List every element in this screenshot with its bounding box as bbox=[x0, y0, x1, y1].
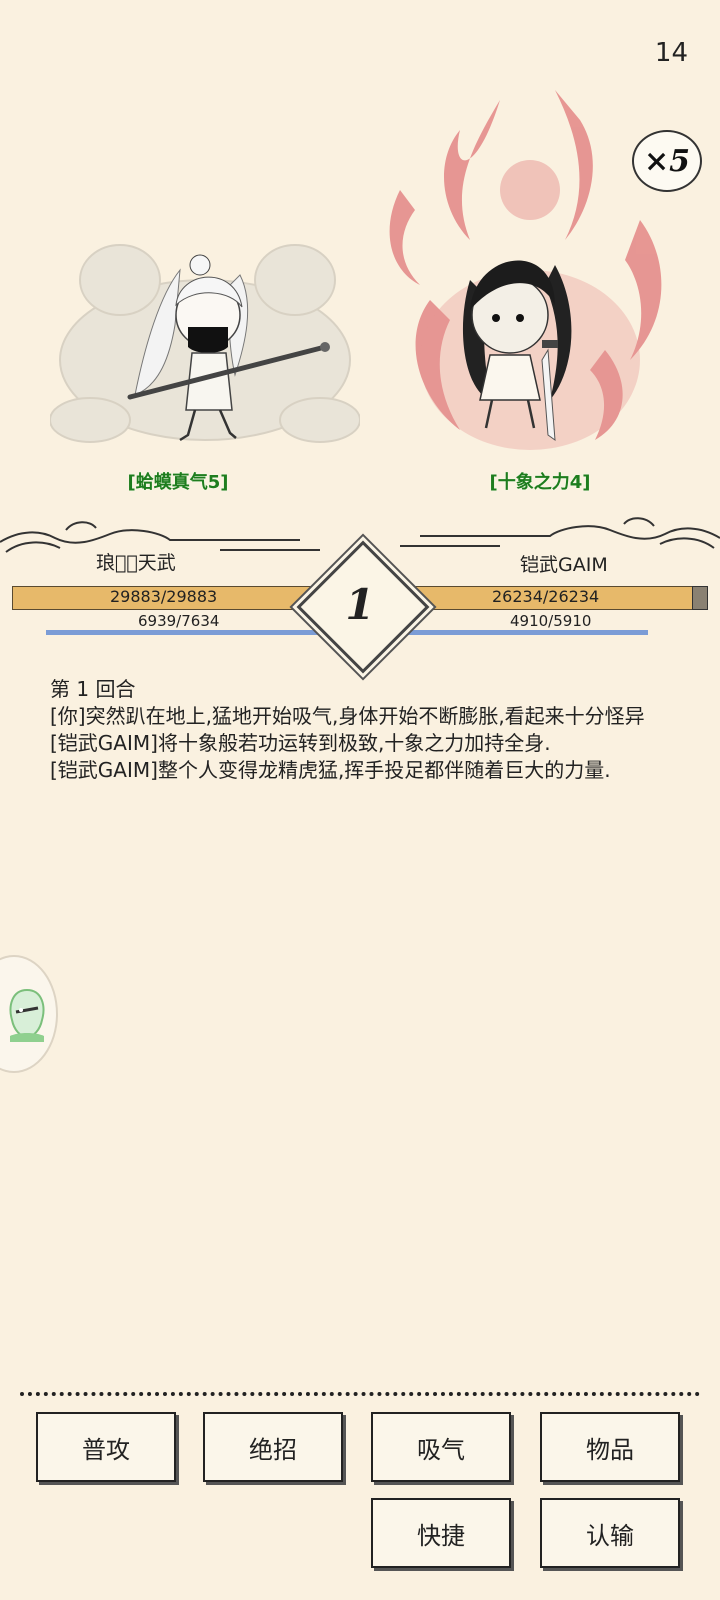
right-fighter-avatar bbox=[380, 70, 680, 470]
left-mp-value: 6939/7634 bbox=[138, 612, 220, 630]
battle-log-line: [你]突然趴在地上,猛地开始吸气,身体开始不断膨胀,看起来十分怪异 bbox=[50, 704, 645, 728]
quick-button[interactable]: 快捷 bbox=[371, 1498, 511, 1568]
right-hp-value: 26234/26234 bbox=[492, 587, 600, 606]
left-mp-bar bbox=[46, 630, 324, 635]
ghost-assistant-icon bbox=[9, 988, 45, 1042]
surrender-button[interactable]: 认输 bbox=[540, 1498, 680, 1568]
battle-timer: 14 bbox=[654, 38, 688, 68]
right-mp-bar bbox=[370, 630, 648, 635]
left-hp-value: 29883/29883 bbox=[110, 587, 218, 606]
breath-button[interactable]: 吸气 bbox=[371, 1412, 511, 1482]
battle-log-line: [铠武GAIM]整个人变得龙精虎猛,挥手投足都伴随着巨大的力量. bbox=[50, 758, 611, 782]
attack-button[interactable]: 普攻 bbox=[36, 1412, 176, 1482]
battle-log-line: [铠武GAIM]将十象般若功运转到极致,十象之力加持全身. bbox=[50, 731, 551, 755]
right-mp-value: 4910/5910 bbox=[510, 612, 592, 630]
left-fighter-avatar bbox=[49, 235, 361, 460]
items-button[interactable]: 物品 bbox=[540, 1412, 680, 1482]
right-hp-bar-cap bbox=[692, 586, 708, 610]
right-fighter-buff: [十象之力4] bbox=[489, 472, 591, 493]
left-fighter-name: 琅琊𝅯天武 bbox=[96, 552, 176, 574]
action-divider bbox=[20, 1392, 700, 1396]
round-number: 1 bbox=[345, 579, 375, 629]
right-fighter-name: 铠武GAIM bbox=[520, 554, 608, 576]
ultimate-button[interactable]: 绝招 bbox=[203, 1412, 343, 1482]
battle-log-heading: 第 1 回合 bbox=[50, 677, 136, 701]
left-fighter-buff: [蛤蟆真气5] bbox=[127, 472, 229, 493]
assistant-float-button[interactable] bbox=[0, 955, 58, 1073]
battle-log: 第 1 回合 [你]突然趴在地上,猛地开始吸气,身体开始不断膨胀,看起来十分怪异… bbox=[50, 676, 670, 784]
